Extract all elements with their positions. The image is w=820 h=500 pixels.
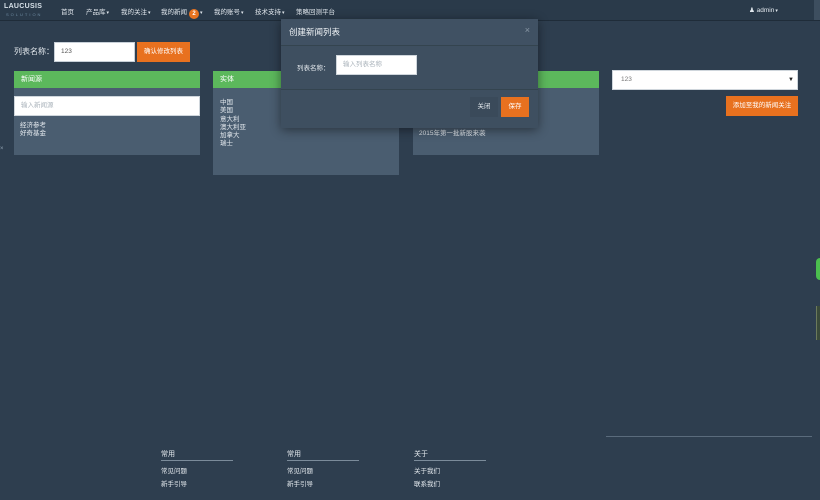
list-item[interactable]: 瑞士 [220, 140, 246, 148]
list-name-input[interactable]: 123 [54, 42, 135, 62]
divider [606, 436, 812, 437]
news-list: 2015年第一批新股来袭 [419, 130, 485, 138]
modal-header: 创建新闻列表 × [281, 19, 538, 46]
nav-my-follow[interactable]: 我的关注▾ [121, 6, 151, 16]
footer-heading: 常用 [161, 449, 233, 461]
modal-list-name-input[interactable]: 输入列表名称 [336, 55, 417, 75]
footer-link-guide[interactable]: 新手引导 [287, 478, 359, 491]
footer-link-contact-us[interactable]: 联系我们 [414, 478, 486, 491]
list-item[interactable]: 美国 [220, 107, 246, 115]
list-item[interactable]: 2015年第一批新股来袭 [419, 130, 485, 138]
brand-logo[interactable]: LAUCUSIS SOLUTION [4, 3, 52, 18]
footer-link-about-us[interactable]: 关于我们 [414, 465, 486, 478]
modal-save-button[interactable]: 保存 [501, 97, 529, 117]
nav-tech-support-label: 技术支持 [255, 9, 281, 16]
close-icon[interactable]: × [0, 146, 4, 152]
footer-column-common-2: 常用 常见问题 新手引导 [287, 449, 359, 491]
chevron-down-icon: ▾ [200, 10, 203, 16]
close-icon[interactable]: × [525, 25, 530, 35]
news-source-list: 经济参考 好奇基金 [20, 122, 46, 139]
chevron-down-icon: ▾ [148, 10, 151, 16]
modal-title: 创建新闻列表 [289, 27, 341, 37]
chevron-down-icon: ▾ [282, 10, 285, 16]
nav-my-account[interactable]: 我的账号▾ [214, 6, 244, 16]
news-source-panel-title: 新闻源 [14, 71, 200, 88]
nav-products-label: 产品库 [86, 9, 106, 16]
list-item[interactable]: 澳大利亚 [220, 124, 246, 132]
footer-column-about: 关于 关于我们 联系我们 [414, 449, 486, 491]
chevron-down-icon: ▾ [775, 8, 778, 14]
nav-home[interactable]: 首页 [61, 6, 74, 16]
side-float-button[interactable] [816, 258, 820, 280]
list-item[interactable]: 好奇基金 [20, 130, 46, 138]
footer-heading: 常用 [287, 449, 359, 461]
nav-products[interactable]: 产品库▾ [86, 6, 109, 16]
modal-list-name-label: 列表名称： [297, 65, 330, 72]
list-item[interactable]: 意大利 [220, 116, 246, 124]
user-name: admin [756, 7, 775, 14]
footer-link-guide[interactable]: 新手引导 [161, 478, 233, 491]
side-tab[interactable] [816, 306, 820, 340]
nav-tech-support[interactable]: 技术支持▾ [255, 6, 285, 16]
nav-my-account-label: 我的账号 [214, 9, 240, 16]
footer-column-common-1: 常用 常见问题 新手引导 [161, 449, 233, 491]
nav-my-news-label: 我的新闻 [161, 9, 187, 16]
news-list-select[interactable]: 123 ▼ [612, 70, 798, 90]
create-news-list-modal: 创建新闻列表 × 列表名称： 输入列表名称 关闭 保存 [281, 19, 538, 128]
confirm-edit-list-button[interactable]: 确认修改列表 [137, 42, 190, 62]
dropdown-arrow-icon: ▼ [788, 77, 794, 83]
modal-close-button[interactable]: 关闭 [470, 97, 498, 117]
brand-name: LAUCUSIS [4, 3, 43, 10]
user-icon: ♟ [749, 7, 755, 14]
footer-link-faq[interactable]: 常见问题 [161, 465, 233, 478]
modal-footer [281, 89, 538, 129]
user-menu[interactable]: ♟ admin▾ [749, 6, 778, 14]
add-to-news-follow-button[interactable]: 添加至我的新闻关注 [726, 96, 798, 116]
news-list-select-value: 123 [621, 76, 632, 83]
chevron-down-icon: ▾ [106, 10, 110, 16]
news-count-badge: 2 [189, 9, 199, 19]
scrollbar-thumb[interactable] [814, 0, 820, 20]
chevron-down-icon: ▾ [241, 10, 244, 16]
nav-my-follow-label: 我的关注 [121, 9, 147, 16]
news-source-input[interactable]: 输入新闻源 [14, 96, 200, 116]
nav-strategy-platform[interactable]: 策略回测平台 [296, 6, 335, 16]
footer-heading: 关于 [414, 449, 486, 461]
brand-tagline: SOLUTION [6, 12, 43, 17]
top-navbar: LAUCUSIS SOLUTION 首页 产品库▾ 我的关注▾ 我的新闻 2 ▾ 我… [0, 0, 820, 21]
entity-list: 中国 美国 意大利 澳大利亚 加拿大 瑞士 [220, 99, 246, 149]
footer-link-faq[interactable]: 常见问题 [287, 465, 359, 478]
list-name-label: 列表名称： [14, 47, 54, 56]
nav-my-news[interactable]: 我的新闻 2 ▾ [161, 6, 203, 19]
